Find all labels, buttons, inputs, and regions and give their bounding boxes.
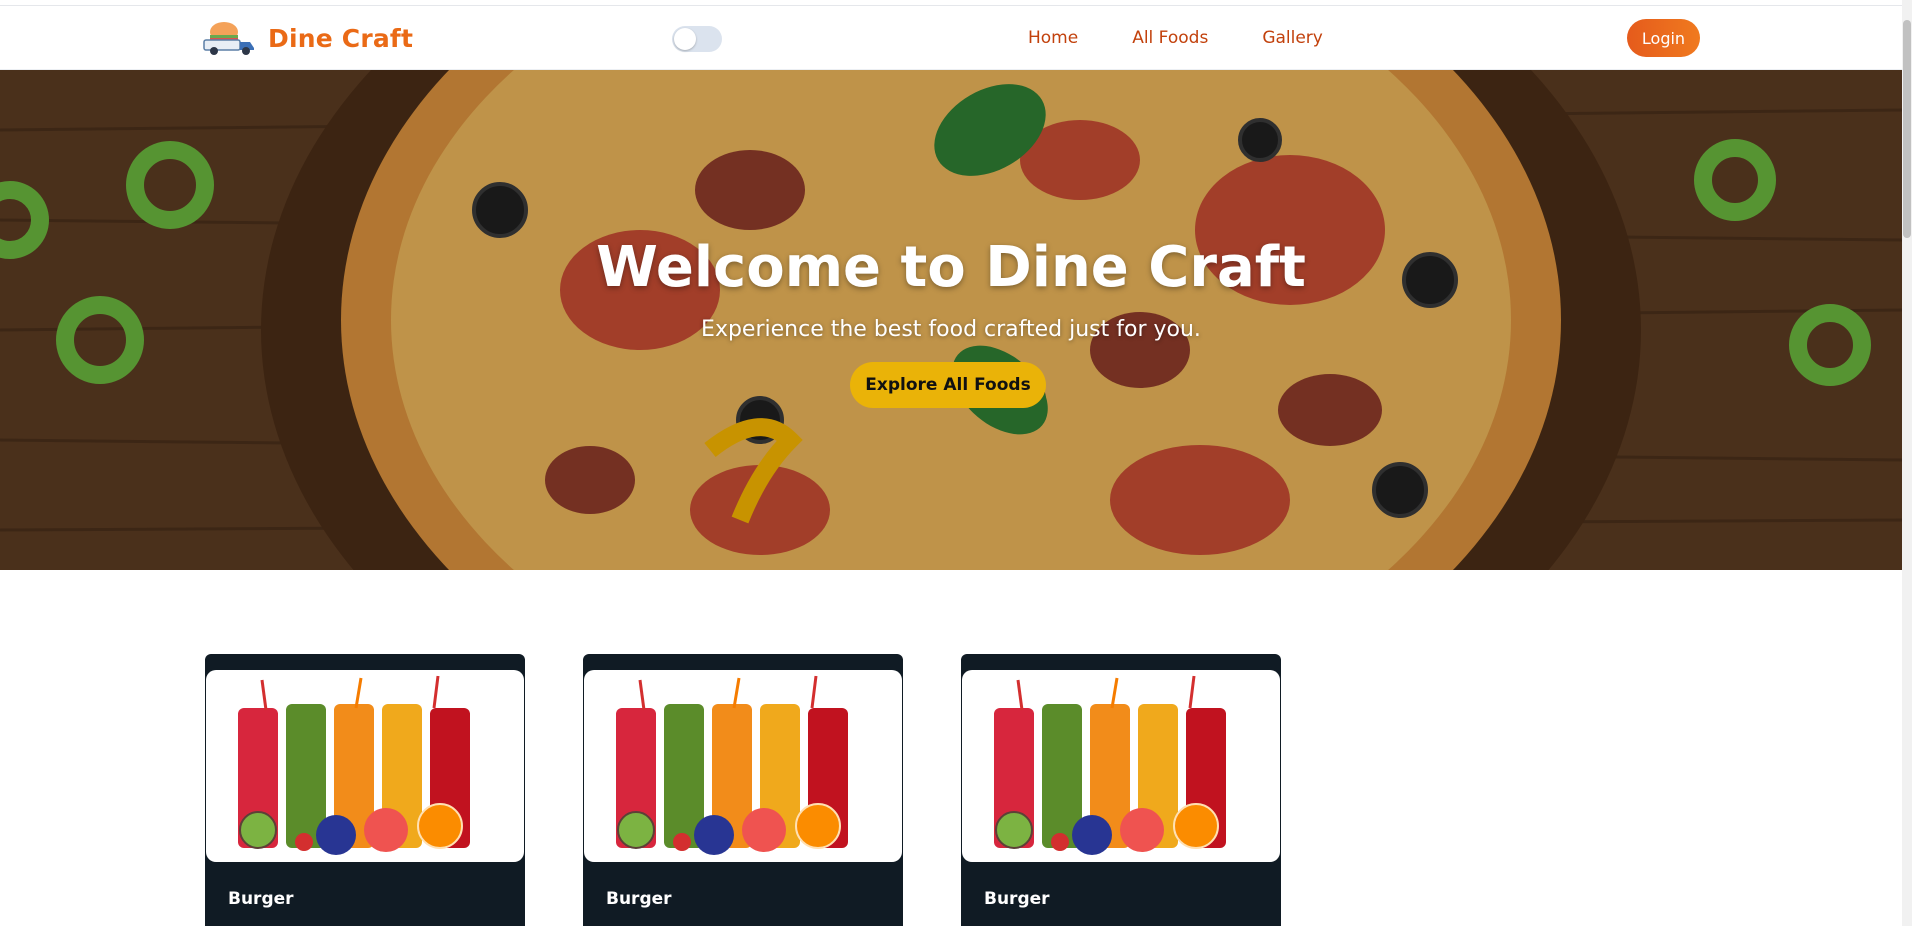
brand[interactable]: Dine Craft <box>200 18 413 58</box>
food-truck-burger-icon <box>200 18 256 58</box>
login-button[interactable]: Login <box>1627 19 1700 57</box>
page-scrollbar[interactable] <box>1902 0 1912 926</box>
food-card[interactable]: Burger <box>961 654 1281 926</box>
food-card-title: Burger <box>984 889 1050 909</box>
toggle-knob <box>674 28 696 50</box>
food-card-image <box>584 670 902 862</box>
nav-link-gallery[interactable]: Gallery <box>1262 28 1323 48</box>
page: Dine Craft Home All Foods Gallery Login <box>0 0 1912 926</box>
nav-link-home[interactable]: Home <box>1028 28 1078 48</box>
food-card[interactable]: Burger <box>205 654 525 926</box>
food-card-image <box>206 670 524 862</box>
theme-toggle[interactable] <box>672 26 722 52</box>
scrollbar-thumb[interactable] <box>1903 20 1911 238</box>
food-card[interactable]: Burger <box>583 654 903 926</box>
navbar: Dine Craft Home All Foods Gallery Login <box>0 6 1902 70</box>
food-card-image <box>962 670 1280 862</box>
food-card-title: Burger <box>606 889 672 909</box>
food-card-title: Burger <box>228 889 294 909</box>
nav-links: Home All Foods Gallery <box>1000 28 1323 48</box>
hero-banner: Welcome to Dine Craft Experience the bes… <box>0 70 1902 570</box>
hero-subtitle: Experience the best food crafted just fo… <box>701 317 1201 342</box>
hero-title: Welcome to Dine Craft <box>596 235 1306 300</box>
brand-name: Dine Craft <box>268 23 414 53</box>
explore-all-foods-button[interactable]: Explore All Foods <box>850 362 1046 408</box>
nav-link-all-foods[interactable]: All Foods <box>1132 28 1208 48</box>
